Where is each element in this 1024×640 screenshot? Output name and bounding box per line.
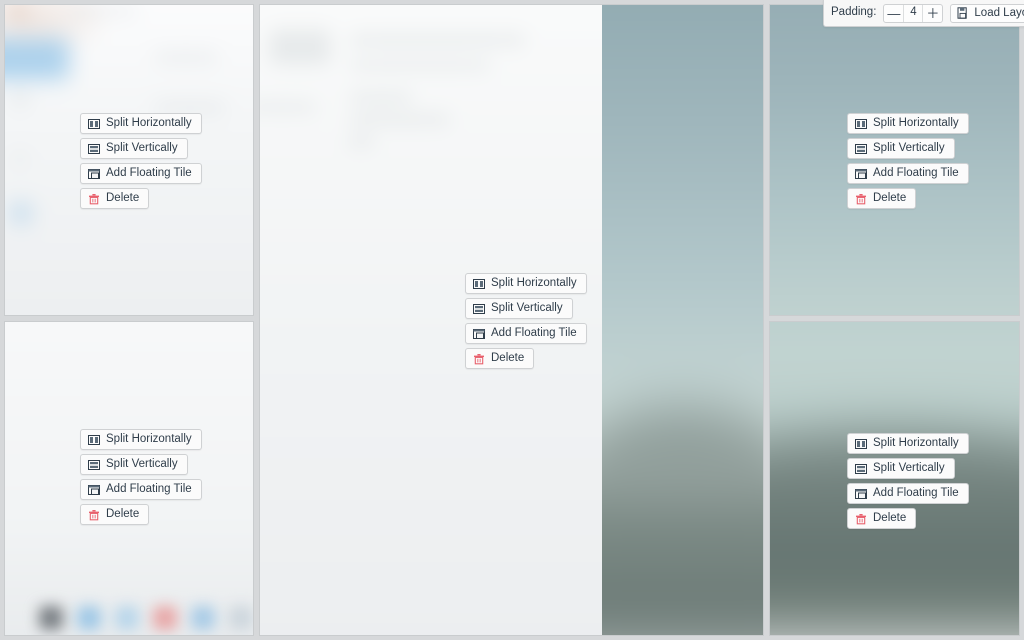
split-horizontally-label: Split Horizontally <box>873 116 959 129</box>
trash-icon <box>856 513 866 524</box>
delete-button[interactable]: Delete <box>80 504 150 525</box>
add-floating-tile-button[interactable]: Add Floating Tile <box>80 479 202 500</box>
split-horizontally-button[interactable]: Split Horizontally <box>847 113 969 134</box>
split-vertically-label: Split Vertically <box>106 457 178 470</box>
tile-bottom-right[interactable]: Split Horizontally Split Vertically Add … <box>769 321 1020 636</box>
load-layout-button[interactable]: Load Layout... <box>950 3 1024 23</box>
delete-label: Delete <box>106 191 140 204</box>
padding-label: Padding: <box>831 6 877 19</box>
add-floating-tile-label: Add Floating Tile <box>106 166 192 179</box>
add-floating-tile-label: Add Floating Tile <box>491 326 577 339</box>
tile-center-menu: Split Horizontally Split Vertically Add … <box>465 273 587 369</box>
add-floating-tile-button[interactable]: Add Floating Tile <box>465 323 587 344</box>
split-vertical-icon <box>88 459 100 470</box>
add-floating-tile-button[interactable]: Add Floating Tile <box>847 483 969 504</box>
document-save-icon <box>957 7 968 19</box>
delete-button[interactable]: Delete <box>80 188 150 209</box>
split-vertically-button[interactable]: Split Vertically <box>847 138 955 159</box>
split-vertical-icon <box>88 143 100 154</box>
padding-increase-button[interactable]: ＋ <box>923 5 942 22</box>
delete-label: Delete <box>873 191 907 204</box>
tile-top-left[interactable]: Split Horizontally Split Vertically Add … <box>4 4 254 316</box>
tile-bottom-left[interactable]: Split Horizontally Split Vertically Add … <box>4 321 254 636</box>
tiling-canvas: Split Horizontally Split Vertically Add … <box>0 0 1024 640</box>
split-horizontal-icon <box>473 278 485 289</box>
add-floating-tile-label: Add Floating Tile <box>873 166 959 179</box>
trash-icon <box>89 509 99 520</box>
tile-bottom-right-menu: Split Horizontally Split Vertically Add … <box>847 433 969 529</box>
load-layout-label: Load Layout... <box>974 7 1024 19</box>
add-floating-tile-label: Add Floating Tile <box>873 486 959 499</box>
delete-button[interactable]: Delete <box>465 348 535 369</box>
split-horizontal-icon <box>88 118 100 129</box>
split-vertically-button[interactable]: Split Vertically <box>847 458 955 479</box>
floating-tile-icon <box>473 328 485 339</box>
floating-tile-icon <box>88 168 100 179</box>
floating-tile-icon <box>855 168 867 179</box>
trash-icon <box>89 193 99 204</box>
trash-icon <box>856 193 866 204</box>
split-horizontal-icon <box>855 438 867 449</box>
blurred-dock <box>5 601 253 635</box>
split-vertical-icon <box>473 303 485 314</box>
split-horizontally-label: Split Horizontally <box>106 116 192 129</box>
tile-top-left-menu: Split Horizontally Split Vertically Add … <box>80 113 202 209</box>
floating-tile-icon <box>855 488 867 499</box>
split-horizontal-icon <box>855 118 867 129</box>
tile-top-right-menu: Split Horizontally Split Vertically Add … <box>847 113 969 209</box>
floating-tile-icon <box>88 484 100 495</box>
padding-stepper[interactable]: — 4 ＋ <box>883 3 944 23</box>
tile-bottom-left-menu: Split Horizontally Split Vertically Add … <box>80 429 202 525</box>
split-horizontally-button[interactable]: Split Horizontally <box>80 429 202 450</box>
split-horizontally-label: Split Horizontally <box>106 432 192 445</box>
split-horizontally-button[interactable]: Split Horizontally <box>847 433 969 454</box>
split-horizontally-button[interactable]: Split Horizontally <box>80 113 202 134</box>
split-vertically-label: Split Vertically <box>491 301 563 314</box>
split-horizontally-label: Split Horizontally <box>873 436 959 449</box>
split-horizontally-button[interactable]: Split Horizontally <box>465 273 587 294</box>
layout-toolbar: Padding: — 4 ＋ Load Layout... <box>823 0 1024 27</box>
tile-center[interactable]: Split Horizontally Split Vertically Add … <box>259 4 764 636</box>
tile-top-right[interactable]: Split Horizontally Split Vertically Add … <box>769 4 1020 316</box>
add-floating-tile-button[interactable]: Add Floating Tile <box>847 163 969 184</box>
split-vertically-button[interactable]: Split Vertically <box>80 454 188 475</box>
split-vertically-button[interactable]: Split Vertically <box>465 298 573 319</box>
split-vertically-label: Split Vertically <box>873 141 945 154</box>
delete-label: Delete <box>106 507 140 520</box>
split-vertical-icon <box>855 143 867 154</box>
padding-decrease-button[interactable]: — <box>884 5 903 22</box>
split-vertical-icon <box>855 463 867 474</box>
delete-label: Delete <box>491 351 525 364</box>
add-floating-tile-button[interactable]: Add Floating Tile <box>80 163 202 184</box>
delete-button[interactable]: Delete <box>847 508 917 529</box>
padding-value: 4 <box>903 4 924 22</box>
split-vertically-label: Split Vertically <box>873 461 945 474</box>
delete-button[interactable]: Delete <box>847 188 917 209</box>
delete-label: Delete <box>873 511 907 524</box>
split-vertically-label: Split Vertically <box>106 141 178 154</box>
split-horizontal-icon <box>88 434 100 445</box>
add-floating-tile-label: Add Floating Tile <box>106 482 192 495</box>
split-vertically-button[interactable]: Split Vertically <box>80 138 188 159</box>
trash-icon <box>474 353 484 364</box>
split-horizontally-label: Split Horizontally <box>491 276 577 289</box>
